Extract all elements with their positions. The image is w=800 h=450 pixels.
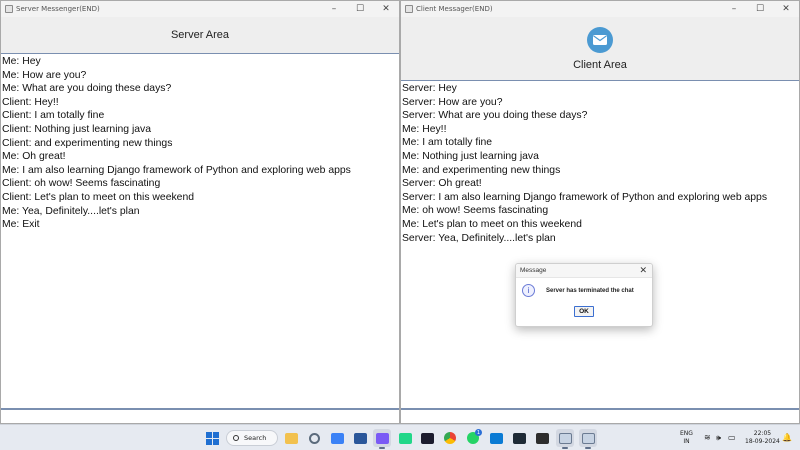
search-box[interactable]: Search	[226, 430, 278, 446]
server-message-input[interactable]	[1, 414, 399, 423]
server-window-title: Server Messenger(END)	[16, 5, 100, 13]
mail-icon	[587, 26, 613, 53]
message-dialog: Message ✕ i Server has terminated the ch…	[515, 263, 653, 327]
active-indicator	[585, 447, 591, 449]
time-label: 22:05	[753, 430, 772, 437]
dialog-body: i Server has terminated the chat	[516, 278, 652, 297]
client-close-button[interactable]: ✕	[773, 1, 799, 17]
client-message-area[interactable]: Server: Hey Server: How are you? Server:…	[401, 80, 799, 409]
media-icon[interactable]	[510, 429, 528, 447]
word-icon[interactable]	[351, 429, 369, 447]
client-message-input[interactable]	[401, 414, 799, 423]
client-input-bar	[401, 409, 799, 423]
intellij-icon[interactable]	[418, 429, 436, 447]
battery-icon[interactable]: ▭	[728, 433, 736, 442]
chat-line: Me: Nothing just learning java	[402, 150, 539, 162]
java-app-icon	[5, 5, 13, 13]
server-window-controls: – ☐ ✕	[321, 1, 399, 17]
chat-line: Me: Hey!!	[402, 123, 447, 135]
pycharm-icon[interactable]	[396, 429, 414, 447]
java-app-icon	[405, 5, 413, 13]
active-indicator	[562, 447, 568, 449]
server-heading-panel: Server Area	[1, 17, 399, 53]
paint-icon[interactable]	[373, 429, 391, 449]
chat-line: Me: Oh great!	[2, 151, 66, 163]
server-heading: Server Area	[170, 29, 230, 41]
client-window-title: Client Messager(END)	[416, 5, 493, 13]
client-window: Client Messager(END) – ☐ ✕ Client Area S…	[400, 0, 800, 424]
taskbar: Search 1 ENG IN ≋ 🕪 ▭ 22:05 18-09-2024 🔔	[0, 424, 800, 450]
vscode-icon[interactable]	[487, 429, 505, 447]
java-app-icon[interactable]	[579, 429, 597, 449]
notification-bell-icon[interactable]: 🔔	[782, 433, 792, 442]
chat-line: Server: How are you?	[402, 96, 503, 108]
chat-line: Me: Yea, Definitely....let's plan	[2, 205, 140, 217]
server-window: Server Messenger(END) – ☐ ✕ Server Area …	[0, 0, 400, 424]
client-title-bar[interactable]: Client Messager(END) – ☐ ✕	[401, 1, 799, 17]
file-explorer-icon[interactable]	[282, 429, 300, 447]
server-message-area[interactable]: Me: Hey Me: How are you? Me: What are yo…	[1, 53, 399, 409]
client-minimize-button[interactable]: –	[721, 1, 747, 17]
chrome-icon[interactable]	[441, 429, 459, 447]
search-icon	[233, 435, 239, 441]
chat-line: Me: Exit	[2, 219, 40, 231]
chat-line: Me: Let's plan to meet on this weekend	[402, 218, 582, 230]
chat-line: Server: What are you doing these days?	[402, 110, 588, 122]
volume-icon[interactable]: 🕪	[716, 433, 721, 443]
chat-line: Me: Hey	[2, 56, 41, 67]
clock[interactable]: 22:05 18-09-2024	[745, 430, 780, 445]
whatsapp-badge: 1	[475, 429, 482, 436]
chat-line: Me: How are you?	[2, 69, 87, 81]
chat-line: Client: Nothing just learning java	[2, 123, 152, 135]
chat-line: Client: Hey!!	[2, 96, 59, 108]
client-heading-panel: Client Area	[401, 17, 799, 80]
server-maximize-button[interactable]: ☐	[347, 1, 373, 17]
chat-line: Me: oh wow! Seems fascinating	[402, 205, 549, 217]
chat-line: Client: and experimenting new things	[2, 137, 173, 149]
server-close-button[interactable]: ✕	[373, 1, 399, 17]
active-indicator	[379, 447, 385, 449]
whatsapp-icon[interactable]: 1	[464, 429, 482, 447]
chat-line: Me: I am totally fine	[402, 137, 493, 149]
chat-line: Server: Oh great!	[402, 178, 482, 190]
chat-line: Me: I am also learning Django framework …	[2, 164, 351, 176]
date-label: 18-09-2024	[745, 437, 780, 445]
dialog-close-button[interactable]: ✕	[639, 265, 647, 276]
info-icon: i	[522, 284, 535, 297]
java-app-icon[interactable]	[556, 429, 574, 449]
chat-line: Me: and experimenting new things	[402, 164, 561, 176]
client-maximize-button[interactable]: ☐	[747, 1, 773, 17]
server-input-bar	[1, 409, 399, 423]
settings-icon[interactable]	[305, 429, 323, 447]
ok-button[interactable]: OK	[574, 306, 594, 317]
client-heading: Client Area	[573, 58, 627, 71]
dialog-title-bar[interactable]: Message ✕	[516, 264, 652, 278]
language-label: ENG	[680, 430, 693, 437]
wifi-icon[interactable]: ≋	[704, 433, 711, 442]
chat-line: Client: I am totally fine	[2, 110, 105, 122]
store-icon[interactable]	[328, 429, 346, 447]
dialog-message: Server has terminated the chat	[546, 287, 634, 294]
chat-line: Server: I am also learning Django framew…	[402, 191, 768, 203]
terminal-icon[interactable]	[533, 429, 551, 447]
chat-line: Client: Let's plan to meet on this weeke…	[2, 191, 195, 203]
chat-line: Me: What are you doing these days?	[2, 83, 172, 95]
chat-line: Server: Hey	[402, 83, 457, 94]
client-window-controls: – ☐ ✕	[721, 1, 799, 17]
language-indicator[interactable]: ENG IN	[680, 430, 693, 445]
search-label: Search	[244, 434, 267, 442]
dialog-title: Message	[520, 267, 547, 274]
server-minimize-button[interactable]: –	[321, 1, 347, 17]
chat-line: Client: oh wow! Seems fascinating	[2, 178, 161, 190]
windows-start-icon[interactable]	[203, 429, 221, 447]
region-label: IN	[683, 437, 690, 445]
chat-line: Server: Yea, Definitely....let's plan	[402, 232, 556, 244]
server-title-bar[interactable]: Server Messenger(END) – ☐ ✕	[1, 1, 399, 17]
